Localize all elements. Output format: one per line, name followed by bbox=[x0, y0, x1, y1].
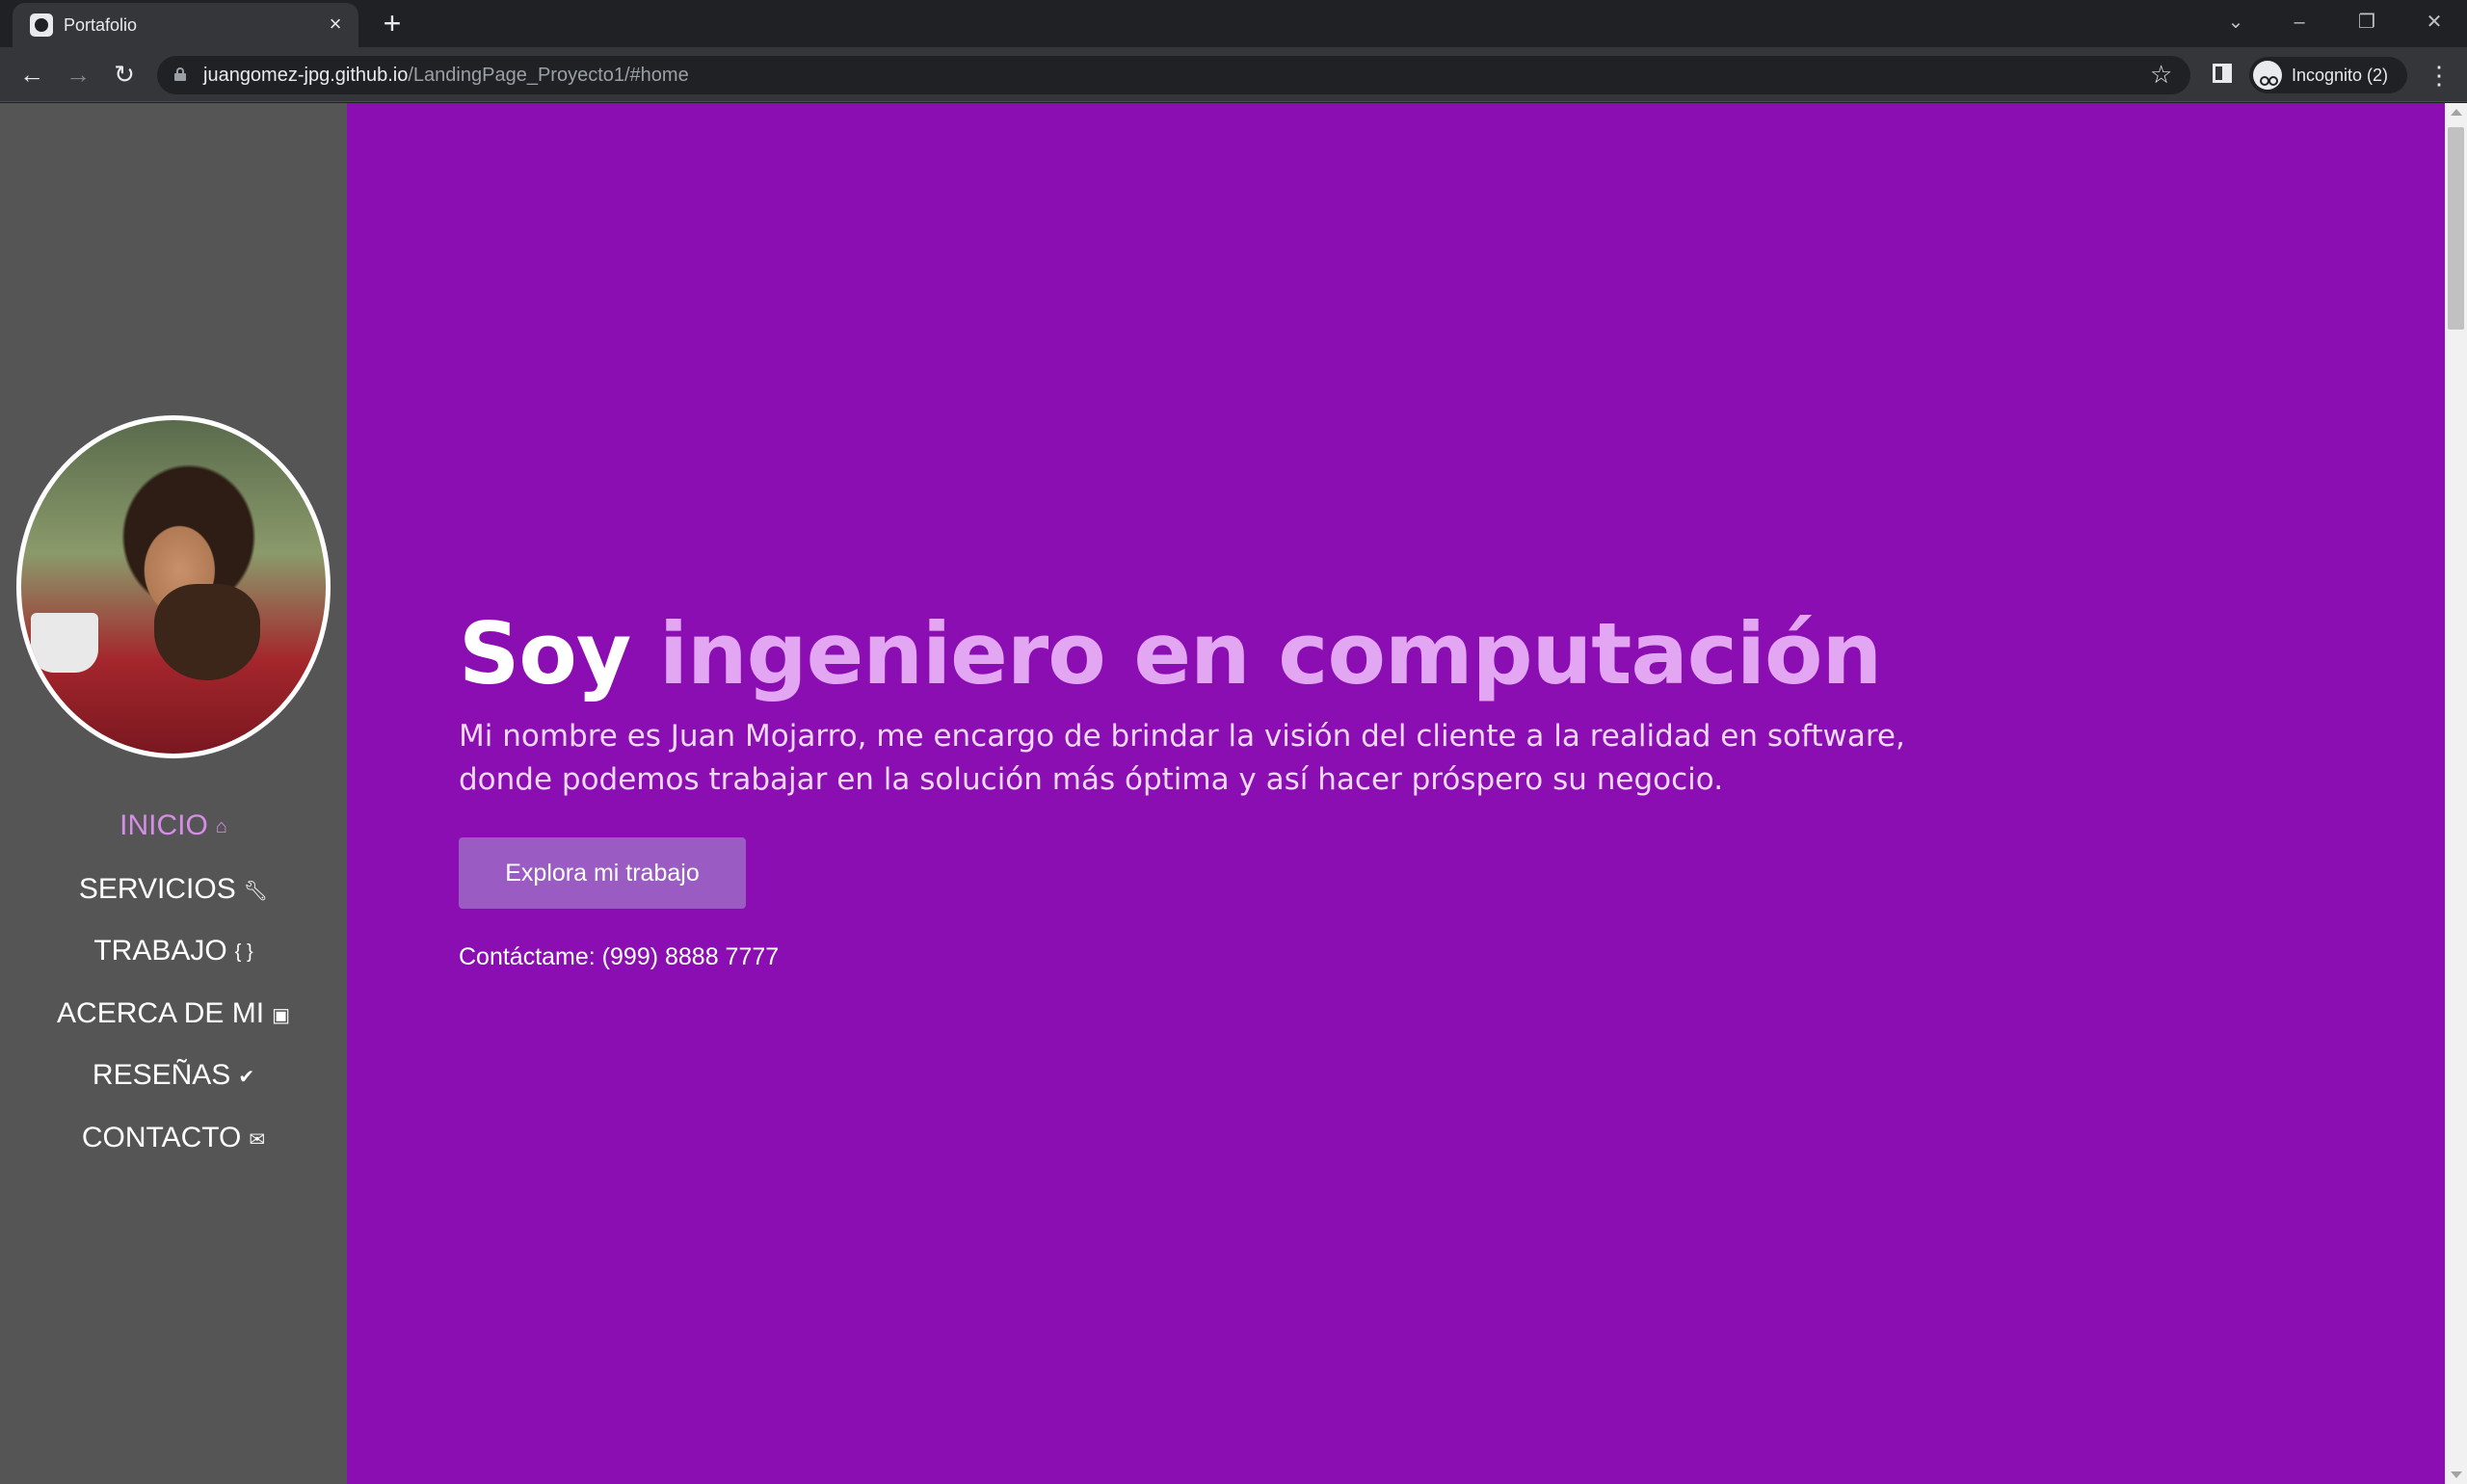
browser-menu-icon[interactable]: ⋮ bbox=[2425, 61, 2454, 90]
close-window-button[interactable]: ✕ bbox=[2415, 7, 2454, 38]
address-bar[interactable]: juangomez-jpg.github.io/LandingPage_Proy… bbox=[157, 56, 2190, 94]
nav-label: INICIO bbox=[119, 809, 208, 841]
tab-strip: Portafolio × + ⌄ – ❐ ✕ bbox=[0, 0, 2467, 47]
nav-item-acerca-de-mi[interactable]: ACERCA DE MI ▣ bbox=[0, 997, 347, 1030]
explore-work-button[interactable]: Explora mi trabajo bbox=[459, 837, 746, 909]
page-scrollbar[interactable] bbox=[2445, 103, 2467, 1484]
restore-button[interactable]: ❐ bbox=[2348, 7, 2386, 38]
hero-title: Soy ingeniero en computación bbox=[459, 604, 1882, 703]
incognito-icon bbox=[2253, 61, 2282, 90]
mail-icon: ✉ bbox=[249, 1128, 266, 1151]
close-tab-icon[interactable]: × bbox=[323, 12, 348, 37]
url-host: juangomez-jpg.github.io bbox=[203, 65, 409, 86]
braces-icon: { } bbox=[234, 941, 253, 963]
tab-search-icon[interactable]: ⌄ bbox=[2216, 7, 2255, 38]
hero-title-accent: ingeniero en computación bbox=[658, 604, 1882, 703]
nav-label: SERVICIOS bbox=[78, 873, 236, 905]
bookmark-star-icon[interactable]: ☆ bbox=[2150, 60, 2172, 90]
nav-label: CONTACTO bbox=[81, 1122, 242, 1153]
scroll-thumb[interactable] bbox=[2448, 127, 2464, 330]
nav-item-contacto[interactable]: CONTACTO ✉ bbox=[0, 1122, 347, 1154]
reload-button[interactable]: ↻ bbox=[108, 58, 141, 91]
profile-photo bbox=[16, 415, 331, 758]
url-text[interactable]: juangomez-jpg.github.io/LandingPage_Proy… bbox=[203, 65, 689, 87]
back-button[interactable]: ← bbox=[15, 58, 48, 91]
scroll-down-arrow-icon[interactable] bbox=[2451, 1471, 2462, 1478]
github-favicon-icon bbox=[30, 13, 53, 37]
nav-label: TRABAJO bbox=[93, 935, 227, 967]
nav-item-resenas[interactable]: RESEÑAS ✔ bbox=[0, 1059, 347, 1092]
scroll-up-arrow-icon[interactable] bbox=[2451, 109, 2462, 116]
wrench-icon: 🔧︎ bbox=[243, 880, 269, 902]
hero-title-prefix: Soy bbox=[459, 604, 631, 703]
page-viewport: INICIO ⌂ SERVICIOS 🔧︎ TRABAJO { } ACERCA DE… bbox=[0, 103, 2467, 1484]
browser-toolbar: ← → ↻ juangomez-jpg.github.io/LandingPag… bbox=[0, 47, 2467, 102]
nav-item-servicios[interactable]: SERVICIOS 🔧︎ bbox=[0, 873, 347, 906]
nav-label: ACERCA DE MI bbox=[57, 997, 265, 1029]
side-panel-icon[interactable] bbox=[2213, 64, 2232, 83]
url-path: /LandingPage_Proyecto1/#home bbox=[408, 65, 689, 86]
hero-description: Mi nombre es Juan Mojarro, me encargo de… bbox=[459, 719, 1905, 797]
lock-icon[interactable] bbox=[174, 67, 186, 81]
sidebar: INICIO ⌂ SERVICIOS 🔧︎ TRABAJO { } ACERCA DE… bbox=[0, 103, 347, 1484]
home-icon: ⌂ bbox=[215, 815, 227, 837]
browser-tab[interactable]: Portafolio × bbox=[13, 3, 358, 47]
check-badge-icon: ✔ bbox=[238, 1066, 255, 1088]
nav-item-trabajo[interactable]: TRABAJO { } bbox=[0, 935, 347, 967]
tab-title: Portafolio bbox=[64, 15, 138, 35]
profile-photo-cup bbox=[31, 613, 98, 673]
nav-item-inicio[interactable]: INICIO ⌂ bbox=[0, 809, 347, 842]
profile-photo-detail bbox=[154, 584, 260, 680]
profile-label: Incognito (2) bbox=[2292, 66, 2389, 85]
nav-label: RESEÑAS bbox=[92, 1059, 231, 1091]
contact-card-icon: ▣ bbox=[272, 1004, 290, 1026]
contact-phone[interactable]: Contáctame: (999) 8888 7777 bbox=[459, 943, 779, 971]
minimize-button[interactable]: – bbox=[2280, 7, 2319, 38]
new-tab-button[interactable]: + bbox=[376, 8, 409, 40]
forward-button[interactable]: → bbox=[62, 58, 94, 91]
incognito-profile-button[interactable]: Incognito (2) bbox=[2249, 57, 2407, 93]
